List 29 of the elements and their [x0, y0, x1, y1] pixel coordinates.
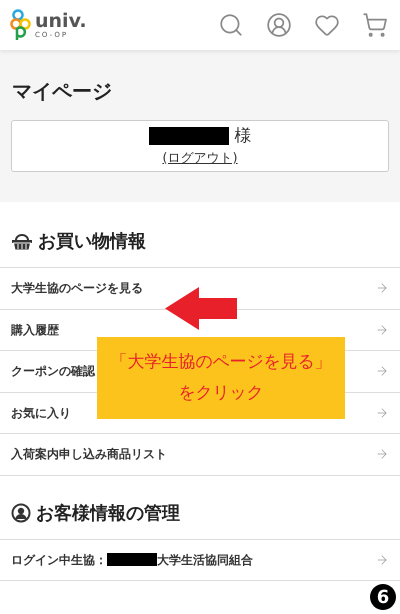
- step-badge: 6: [370, 584, 396, 610]
- logo-icon: [10, 9, 32, 41]
- cart-button[interactable]: [362, 12, 388, 38]
- page-title: マイページ: [12, 78, 113, 105]
- menu-link[interactable]: クーポンの確認: [11, 362, 95, 380]
- callout-text: 「大学生協のページを見る」: [110, 354, 332, 371]
- menu-link[interactable]: お気に入り: [11, 404, 71, 422]
- section-heading: お買い物情報: [38, 230, 146, 254]
- login-coop-label: ログイン中生協：: [11, 552, 107, 568]
- arrow-icon: [375, 364, 389, 378]
- basket-icon: [11, 232, 33, 251]
- arrow-icon: [375, 281, 389, 296]
- menu-link[interactable]: 購入履歴: [11, 320, 59, 339]
- search-button[interactable]: [218, 12, 244, 38]
- logo-text: univ.: [35, 12, 87, 30]
- menu-link[interactable]: 入荷案内申し込み商品リスト: [11, 445, 167, 464]
- arrow-icon: [375, 322, 389, 337]
- menu-link[interactable]: 大学生協のページを見る: [11, 279, 143, 298]
- pointer-arrow-drawing: [165, 287, 237, 330]
- arrow-icon: [375, 406, 389, 420]
- arrow-icon: [375, 447, 389, 462]
- user-name-suffix: 様: [234, 124, 252, 148]
- account-button[interactable]: [266, 12, 292, 38]
- coop-name: 大学生活協同組合: [157, 552, 253, 568]
- callout-text: をクリック: [178, 385, 264, 402]
- redaction-bar: [107, 553, 157, 566]
- logout-link[interactable]: (ログアウト): [162, 149, 238, 168]
- user-icon: [11, 503, 31, 523]
- section-heading: お客様情報の管理: [36, 502, 180, 526]
